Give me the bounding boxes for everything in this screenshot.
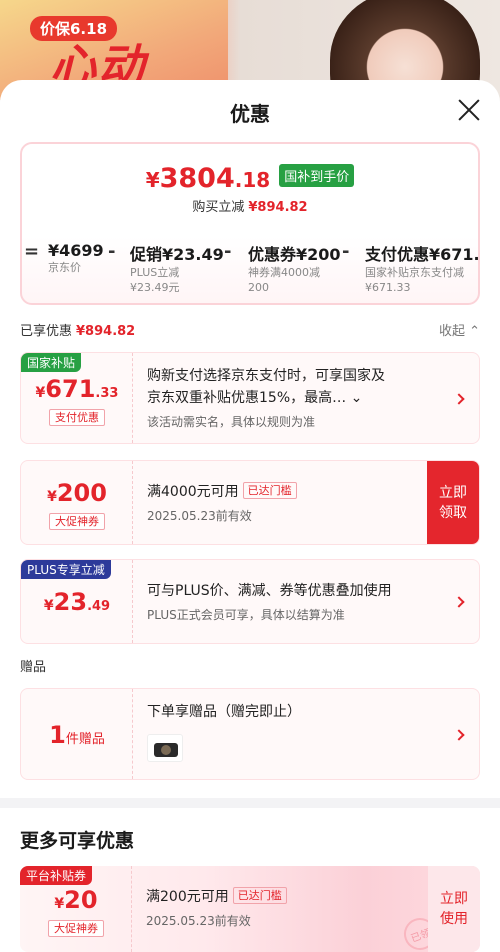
corner-tag: 国家补贴 xyxy=(21,353,82,372)
section-divider xyxy=(0,798,500,808)
enjoyed-discount-label: 已享优惠 ¥894.82 xyxy=(20,320,135,339)
formula-item-coupon: 优惠券¥200 神券满4000减 200 xyxy=(248,241,341,295)
chevron-right-icon[interactable] xyxy=(453,393,465,405)
final-price-int: 3804 xyxy=(159,163,235,194)
card-desc-line[interactable]: 京东双重补贴优惠15%，最高… ⌄ xyxy=(147,387,447,409)
gift-count-unit: 件赠品 xyxy=(65,732,105,747)
formula-item-payment: 支付优惠¥671.33 国家补贴京东支付减 ¥671.33 xyxy=(365,241,480,295)
formula-sub: ¥23.49元 xyxy=(130,281,180,294)
formula-item-promo: 促销¥23.49 PLUS立减 ¥23.49元 xyxy=(130,241,224,295)
amount-currency: ¥ xyxy=(47,489,57,505)
discount-sheet: 优惠 ¥3804.18 国补到手价 购买立减 ¥894.82 = ¥4699 京东… xyxy=(0,80,500,952)
discount-card-plus[interactable]: ¥23.49 PLUS专享立减 可与PLUS价、满减、券等优惠叠加使用 PLUS… xyxy=(20,559,480,644)
card-desc: 满200元可用 已达门槛 xyxy=(146,886,287,906)
amount-int: 20 xyxy=(64,886,98,914)
formula-sub: 京东价 xyxy=(48,261,81,274)
equals-sign: = xyxy=(24,241,40,262)
amount-currency: ¥ xyxy=(35,385,46,401)
card-desc-line: 满200元可用 xyxy=(146,889,229,905)
discount-card-national-subsidy[interactable]: ¥671.33 支付优惠 国家补贴 购新支付选择京东支付时，可享国家及 京东双重… xyxy=(20,352,480,444)
platform-coupon-card: ¥20 大促神券 平台补贴券 满200元可用 已达门槛 2025.05.23前有效… xyxy=(20,866,480,952)
card-sub-label: 支付优惠 xyxy=(49,409,105,426)
minus-sign: - xyxy=(342,241,350,262)
final-price: ¥3804.18 国补到手价 xyxy=(22,163,478,194)
formula-sub: 国家补贴京东支付减 xyxy=(365,266,464,279)
card-amount: ¥23.49 xyxy=(21,588,133,616)
card-desc-line: 购新支付选择京东支付时，可享国家及 xyxy=(147,368,385,384)
subsidy-price-tag: 国补到手价 xyxy=(279,164,355,187)
card-desc: 可与PLUS价、满减、券等优惠叠加使用 xyxy=(147,583,392,599)
chevron-right-icon[interactable] xyxy=(453,596,465,608)
card-amount-area: 1件赠品 xyxy=(21,689,133,779)
use-label: 立即 xyxy=(440,891,468,907)
gift-card[interactable]: 1件赠品 下单享赠品（赠完即止） xyxy=(20,688,480,780)
formula-sub: 200 xyxy=(248,281,269,294)
claim-label: 立即 xyxy=(439,484,467,501)
formula-item-jd-price: ¥4699 京东价 xyxy=(48,241,104,275)
amount-int: 671 xyxy=(45,375,96,403)
card-sub-label: 大促神券 xyxy=(49,513,105,530)
final-price-dec: .18 xyxy=(234,168,271,192)
more-discounts-title: 更多可享优惠 xyxy=(20,830,135,852)
saved-value: ¥894.82 xyxy=(248,200,308,215)
minus-sign: - xyxy=(224,241,232,262)
card-desc: 满4000元可用 已达门槛 xyxy=(147,481,297,503)
formula-sub: ¥671.33 xyxy=(365,281,411,294)
card-amount-area: ¥200 大促神券 xyxy=(21,461,133,544)
amount-currency: ¥ xyxy=(43,598,54,614)
gift-count-number: 1 xyxy=(49,721,66,749)
card-note: 2025.05.23前有效 xyxy=(146,914,251,928)
gift-section-label: 赠品 xyxy=(20,660,47,675)
card-sub-label: 大促神券 xyxy=(48,920,104,937)
gift-count: 1件赠品 xyxy=(21,721,133,749)
use-button[interactable]: 立即 使用 xyxy=(428,866,480,952)
card-amount: ¥200 xyxy=(21,479,133,507)
corner-tag: 平台补贴券 xyxy=(20,866,93,885)
saved-label: 购买立减 xyxy=(192,200,245,215)
card-note: 2025.05.23前有效 xyxy=(147,509,252,523)
formula-sub: 神券满4000减 xyxy=(248,266,320,279)
chevron-right-icon[interactable] xyxy=(453,729,465,741)
formula-value: 促销¥23.49 xyxy=(130,245,224,264)
amount-dec: .49 xyxy=(87,599,111,614)
amount-dec: .33 xyxy=(95,386,119,401)
discount-card-coupon: ¥200 大促神券 满4000元可用 已达门槛 2025.05.23前有效 立即领… xyxy=(20,460,480,545)
camera-gift-image xyxy=(147,734,183,762)
formula-value: ¥4699 xyxy=(48,241,104,260)
saved-amount: 购买立减 ¥894.82 xyxy=(22,196,478,215)
card-note: PLUS正式会员可享，具体以结算为准 xyxy=(147,608,345,622)
threshold-pill: 已达门槛 xyxy=(232,887,287,904)
gift-desc: 下单享赠品（赠完即止） xyxy=(147,704,301,720)
sheet-title: 优惠 xyxy=(230,102,270,126)
card-desc: 购新支付选择京东支付时，可享国家及 京东双重补贴优惠15%，最高… ⌄ xyxy=(147,365,447,409)
enjoyed-value: ¥894.82 xyxy=(76,324,136,339)
card-amount: ¥20 xyxy=(20,886,132,914)
close-icon[interactable] xyxy=(458,99,480,121)
formula-sub: PLUS立减 xyxy=(130,266,180,279)
use-label: 使用 xyxy=(440,911,468,927)
card-desc-line: 满4000元可用 xyxy=(147,484,239,500)
claim-button[interactable]: 立即 领取 xyxy=(427,461,479,544)
collapse-button[interactable]: 收起 ⌃ xyxy=(439,320,480,339)
final-price-currency: ¥ xyxy=(145,168,160,192)
card-amount: ¥671.33 xyxy=(21,375,133,403)
formula-value: 支付优惠¥671.33 xyxy=(365,245,480,264)
corner-tag: PLUS专享立减 xyxy=(21,560,111,579)
enjoyed-label: 已享优惠 xyxy=(20,324,73,339)
formula-value: 优惠券¥200 xyxy=(248,245,341,264)
amount-int: 23 xyxy=(53,588,88,616)
minus-sign: - xyxy=(108,241,116,262)
amount-int: 200 xyxy=(56,479,107,507)
claim-label: 领取 xyxy=(439,504,467,521)
amount-currency: ¥ xyxy=(54,896,65,912)
threshold-pill: 已达门槛 xyxy=(242,482,297,499)
card-note: 该活动需实名，具体以规则为准 xyxy=(147,415,316,429)
price-formula: = ¥4699 京东价 - 促销¥23.49 PLUS立减 ¥23.49元 - … xyxy=(22,241,480,299)
price-summary: ¥3804.18 国补到手价 购买立减 ¥894.82 = ¥4699 京东价 -… xyxy=(20,142,480,305)
